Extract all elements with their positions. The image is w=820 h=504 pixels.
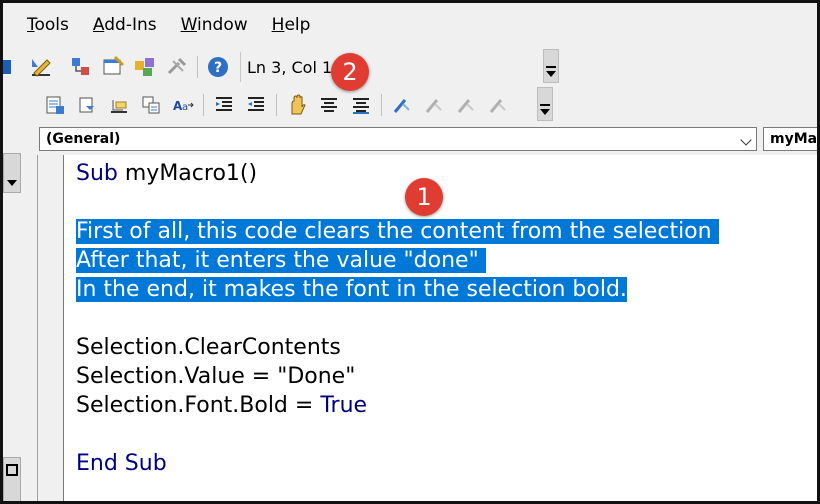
toolbar-separator [276,94,277,116]
code-line-font-bold[interactable]: Selection.Font.Bold = True [76,391,367,420]
badge-number: 1 [416,183,432,211]
selected-text: After that, it enters the value "done" [76,248,486,273]
code-line-end-sub[interactable]: End Sub [76,449,167,478]
list-constants-icon[interactable] [73,91,101,119]
menu-help[interactable]: Help [272,15,311,35]
svg-text:?: ? [214,60,222,76]
toolbar-separator [381,94,382,116]
complete-word-icon[interactable]: Aa [169,91,197,119]
list-properties-icon[interactable] [41,91,69,119]
toolbar-separator [197,56,198,78]
menu-window[interactable]: Window [181,15,248,35]
toggle-breakpoint-icon[interactable] [283,91,311,119]
menu-window-accel: W [180,15,198,35]
object-combo-value: (General) [46,131,121,147]
uncomment-block-icon[interactable] [347,91,375,119]
keyword-sub: Sub [76,161,118,186]
menu-help-accel: H [271,15,285,35]
vbe-window: Tools Add-Ins Window Help ? Ln 3, Col 1 [0,0,820,504]
menu-help-rest: elp [284,15,311,35]
object-combo[interactable]: (General) [39,127,757,151]
toolbar-edge-icon [3,60,11,74]
toolbar-separator [203,94,204,116]
svg-text:a: a [182,102,188,113]
code-line-value[interactable]: Selection.Value = "Done" [76,362,355,391]
menu-tools-accel: T [27,15,35,35]
menu-tools-rest: ools [34,15,69,35]
outdent-icon[interactable] [242,91,270,119]
menu-tools[interactable]: Tools [27,15,69,35]
procedure-combo-value: myMa [770,131,818,147]
edit-toolbar: Aa [3,87,563,123]
code-line-sub[interactable]: Sub myMacro1() [76,159,257,188]
code-text: Selection.ClearContents [76,335,341,360]
badge-number: 2 [342,58,358,86]
chevron-down-icon [7,180,17,186]
chevron-down-icon [740,134,752,146]
code-text: Selection.Font.Bold = [76,393,321,418]
chevron-down-icon [546,71,556,77]
project-explorer-icon[interactable] [67,53,95,81]
chevron-down-icon [540,109,550,115]
menu-add-ins[interactable]: Add-Ins [93,15,157,35]
parameter-info-icon[interactable] [137,91,165,119]
left-panel-edge [3,125,23,501]
toolbar2-options-grip[interactable] [537,87,553,121]
code-line-comment-2[interactable]: After that, it enters the value "done" [76,246,486,275]
clear-all-bookmarks-icon[interactable] [484,91,512,119]
previous-bookmark-icon[interactable] [452,91,480,119]
keyword-end-sub: End Sub [76,451,167,476]
keyword-true: True [320,393,368,418]
help-icon[interactable]: ? [204,53,232,81]
code-line-clear-contents[interactable]: Selection.ClearContents [76,333,341,362]
code-line-comment-1[interactable]: First of all, this code clears the conte… [76,217,719,246]
next-bookmark-icon[interactable] [420,91,448,119]
object-browser-icon[interactable] [131,53,159,81]
code-margin-indicator-bar[interactable] [37,155,63,501]
code-editor[interactable]: Sub myMacro1() First of all, this code c… [63,155,817,501]
cursor-position-display: Ln 3, Col 1 [240,52,530,82]
menu-window-rest: indow [197,15,248,35]
sub-name: myMacro1() [117,161,258,186]
comment-block-icon[interactable] [315,91,343,119]
code-text: Selection.Value = "Done" [76,364,356,389]
indent-icon[interactable] [210,91,238,119]
grip-bar [546,66,556,68]
menu-add-ins-accel: A [92,15,105,35]
box-icon [6,464,18,476]
quick-info-icon[interactable] [105,91,133,119]
toolbar1-options-grip[interactable] [543,49,559,83]
code-line-comment-3[interactable]: In the end, it makes the font in the sel… [76,275,627,304]
standard-toolbar: ? Ln 3, Col 1 [3,47,563,87]
menu-add-ins-rest: dd-Ins [104,15,157,35]
grip-bar [540,104,550,106]
procedure-combo[interactable]: myMa [763,127,818,151]
properties-window-icon[interactable] [99,53,127,81]
code-window-header: (General) myMa [3,125,818,153]
toolbox-icon[interactable] [163,53,191,81]
scrollbar-bottom[interactable] [3,457,21,501]
scrollbar-thumb[interactable] [3,153,21,193]
selected-text: First of all, this code clears the conte… [76,219,719,244]
annotation-badge-2: 2 [331,53,369,91]
design-mode-icon[interactable] [27,53,55,81]
toggle-bookmark-icon[interactable] [388,91,416,119]
selected-text: In the end, it makes the font in the sel… [76,277,627,302]
menu-bar: Tools Add-Ins Window Help [3,3,817,47]
annotation-badge-1: 1 [405,178,443,216]
